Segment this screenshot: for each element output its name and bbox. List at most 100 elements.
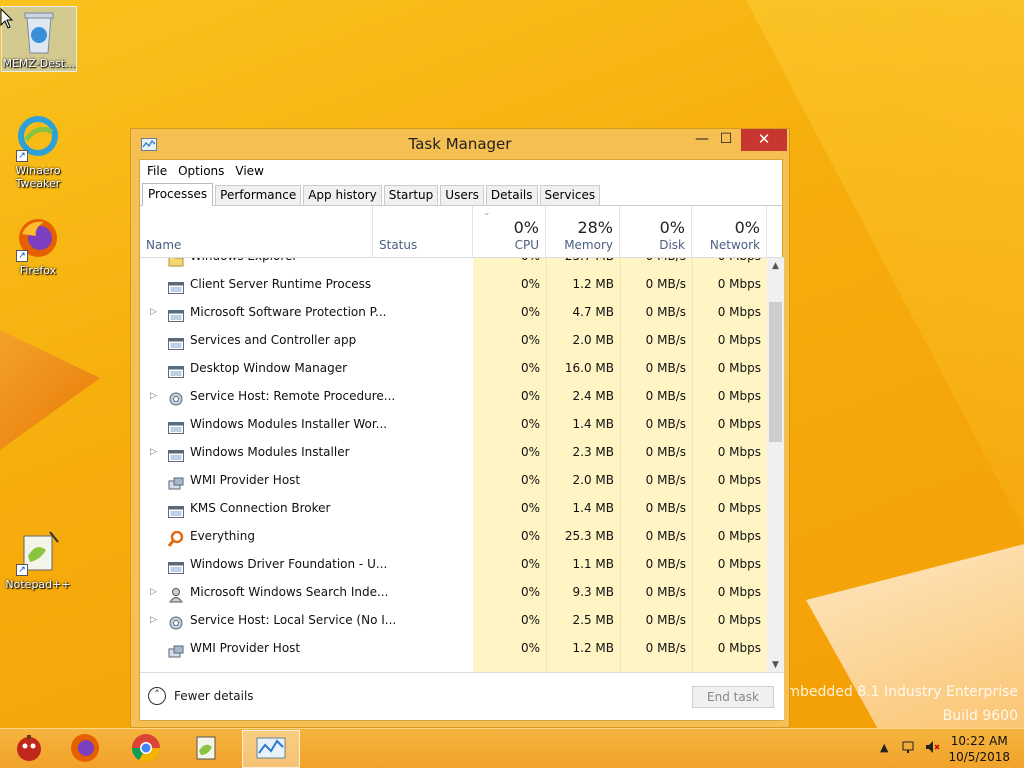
tab-performance[interactable]: Performance	[215, 185, 302, 205]
process-name: Windows Driver Foundation - U...	[190, 557, 388, 571]
menu-view[interactable]: View	[234, 164, 269, 178]
process-row[interactable]: Windows Modules Installer Wor... 0% 1.4 MB…	[140, 410, 767, 438]
end-task-button[interactable]: End task	[692, 686, 774, 708]
process-disk: 0 MB/s	[620, 438, 692, 466]
menu-bar: File Options View	[140, 160, 782, 182]
taskbar-firefox-button[interactable]	[56, 730, 114, 768]
expand-chevron-icon[interactable]: ▷	[150, 438, 157, 466]
column-header-network[interactable]: 0% Network	[692, 206, 767, 258]
mouse-cursor	[0, 7, 14, 33]
process-disk: 0 MB/s	[620, 258, 692, 270]
expand-chevron-icon[interactable]: ▷	[150, 606, 157, 634]
firefox-icon: ↗	[14, 214, 62, 262]
process-row[interactable]: Windows Explorer 0%25.7 MB0 MB/s0 Mbps	[140, 258, 767, 270]
process-row[interactable]: Client Server Runtime Process 0% 1.2 MB 0 M…	[140, 270, 767, 298]
show-hidden-icons-icon[interactable]: ▲	[880, 741, 888, 754]
window-icon	[168, 557, 184, 574]
wmi-icon	[168, 641, 184, 658]
process-memory: 2.0 MB	[546, 326, 620, 354]
process-cpu: 0%	[473, 298, 546, 326]
process-row[interactable]: Windows Driver Foundation - U... 0% 1.1 MB…	[140, 550, 767, 578]
process-disk: 0 MB/s	[620, 298, 692, 326]
process-memory: 16.0 MB	[546, 354, 620, 382]
process-name: Services and Controller app	[190, 333, 357, 347]
process-row[interactable]: KMS Connection Broker 0% 1.4 MB 0 MB/s 0 Mbp…	[140, 494, 767, 522]
taskbar-memz-button[interactable]	[0, 730, 58, 768]
desktop-icon-label: Firefox	[19, 264, 57, 277]
window-icon	[168, 361, 184, 378]
process-disk: 0 MB/s	[620, 354, 692, 382]
menu-file[interactable]: File	[146, 164, 173, 178]
column-header-cpu[interactable]: ⌄ 0% CPU	[473, 206, 546, 258]
process-network: 0 Mbps	[692, 410, 767, 438]
window-icon	[168, 445, 184, 462]
column-header-disk[interactable]: 0% Disk	[620, 206, 692, 258]
scroll-up-icon[interactable]: ▲	[767, 258, 784, 275]
expand-chevron-icon[interactable]: ▷	[150, 578, 157, 606]
process-memory: 25.3 MB	[546, 522, 620, 550]
process-disk: 0 MB/s	[620, 270, 692, 298]
taskbar-clock[interactable]: 10:22 AM 10/5/2018	[948, 733, 1010, 765]
process-disk: 0 MB/s	[620, 494, 692, 522]
desktop-icon-firefox[interactable]: ↗ Firefox	[0, 214, 76, 277]
process-row[interactable]: WMI Provider Host 0% 2.0 MB 0 MB/s 0 Mbps	[140, 466, 767, 494]
close-button[interactable]: ✕	[741, 129, 787, 151]
process-name: WMI Provider Host	[190, 473, 301, 487]
expand-chevron-icon[interactable]: ▷	[150, 382, 157, 410]
wallpaper-shape	[0, 330, 100, 450]
tab-processes[interactable]: Processes	[142, 183, 214, 206]
column-header-row: Name Status ⌄ 0% CPU 28% Memory 0% Disk …	[140, 206, 784, 258]
menu-options[interactable]: Options	[177, 164, 230, 178]
os-watermark-edition: Embedded 8.1 Industry Enterprise	[777, 684, 1018, 700]
process-name: Windows Modules Installer	[190, 445, 350, 459]
tab-app-history[interactable]: App history	[303, 185, 382, 205]
process-row[interactable]: ▷ Microsoft Windows Search Inde... 0% 9.3 M…	[140, 578, 767, 606]
process-network: 0 Mbps	[692, 270, 767, 298]
desktop-icon-notepadpp[interactable]: ↗ Notepad++	[0, 528, 76, 591]
column-header-name[interactable]: Name	[140, 206, 373, 258]
network-icon[interactable]	[902, 739, 918, 758]
desktop-icon-label: Notepad++	[5, 578, 71, 591]
volume-muted-icon[interactable]	[924, 739, 940, 758]
taskbar-notepadpp-button[interactable]	[178, 730, 236, 768]
tab-details[interactable]: Details	[485, 185, 538, 205]
maximize-button[interactable]: ☐	[711, 129, 741, 151]
process-network: 0 Mbps	[692, 522, 767, 550]
tab-startup[interactable]: Startup	[383, 185, 439, 205]
window-icon	[168, 333, 184, 350]
vertical-scrollbar[interactable]: ▲ ▼	[767, 258, 784, 674]
shortcut-arrow-icon: ↗	[16, 150, 28, 162]
title-bar[interactable]: Task Manager — ☐ ✕	[131, 129, 789, 159]
process-row[interactable]: Desktop Window Manager 0% 16.0 MB 0 MB/s 0 M…	[140, 354, 767, 382]
process-row[interactable]: Services and Controller app 0% 2.0 MB 0 MB/…	[140, 326, 767, 354]
scrollbar-thumb[interactable]	[769, 302, 782, 442]
column-header-memory[interactable]: 28% Memory	[546, 206, 620, 258]
fewer-details-button[interactable]: ˄ Fewer details	[148, 687, 254, 705]
process-row[interactable]: Everything 0% 25.3 MB 0 MB/s 0 Mbps	[140, 522, 767, 550]
process-row[interactable]: WMI Provider Host 0% 1.2 MB 0 MB/s 0 Mbps	[140, 634, 767, 662]
tab-users[interactable]: Users	[440, 185, 484, 205]
taskbar: ▲ 10:22 AM 10/5/2018	[0, 728, 1024, 768]
process-row[interactable]: ▷ Microsoft Software Protection P... 0% 4.7…	[140, 298, 767, 326]
process-name: Microsoft Windows Search Inde...	[190, 585, 389, 599]
tab-services[interactable]: Services	[539, 185, 601, 205]
shortcut-arrow-icon: ↗	[16, 564, 28, 576]
process-network: 0 Mbps	[692, 354, 767, 382]
process-name-cell: Desktop Window Manager	[140, 354, 473, 382]
process-row[interactable]: ▷ Windows Modules Installer 0% 2.3 MB 0 MB/s…	[140, 438, 767, 466]
desktop-icon-winaero-tweaker[interactable]: ↗ Winaero Tweaker	[0, 114, 76, 190]
column-header-status[interactable]: Status	[373, 206, 473, 258]
process-cpu: 0%	[473, 410, 546, 438]
expand-chevron-icon[interactable]: ▷	[150, 298, 157, 326]
folder-icon	[168, 258, 184, 267]
os-watermark-build: Build 9600	[942, 708, 1018, 724]
chrome-icon	[130, 732, 162, 767]
process-name: KMS Connection Broker	[190, 501, 331, 515]
process-row[interactable]: ▷ Service Host: Remote Procedure... 0% 2.4 …	[140, 382, 767, 410]
process-cpu: 0%	[473, 270, 546, 298]
process-memory: 2.0 MB	[546, 466, 620, 494]
taskbar-chrome-button[interactable]	[117, 730, 175, 768]
process-row[interactable]: ▷ Service Host: Local Service (No I... 0% 2…	[140, 606, 767, 634]
taskbar-task-manager-button[interactable]	[242, 730, 300, 768]
gear-icon	[168, 389, 184, 406]
